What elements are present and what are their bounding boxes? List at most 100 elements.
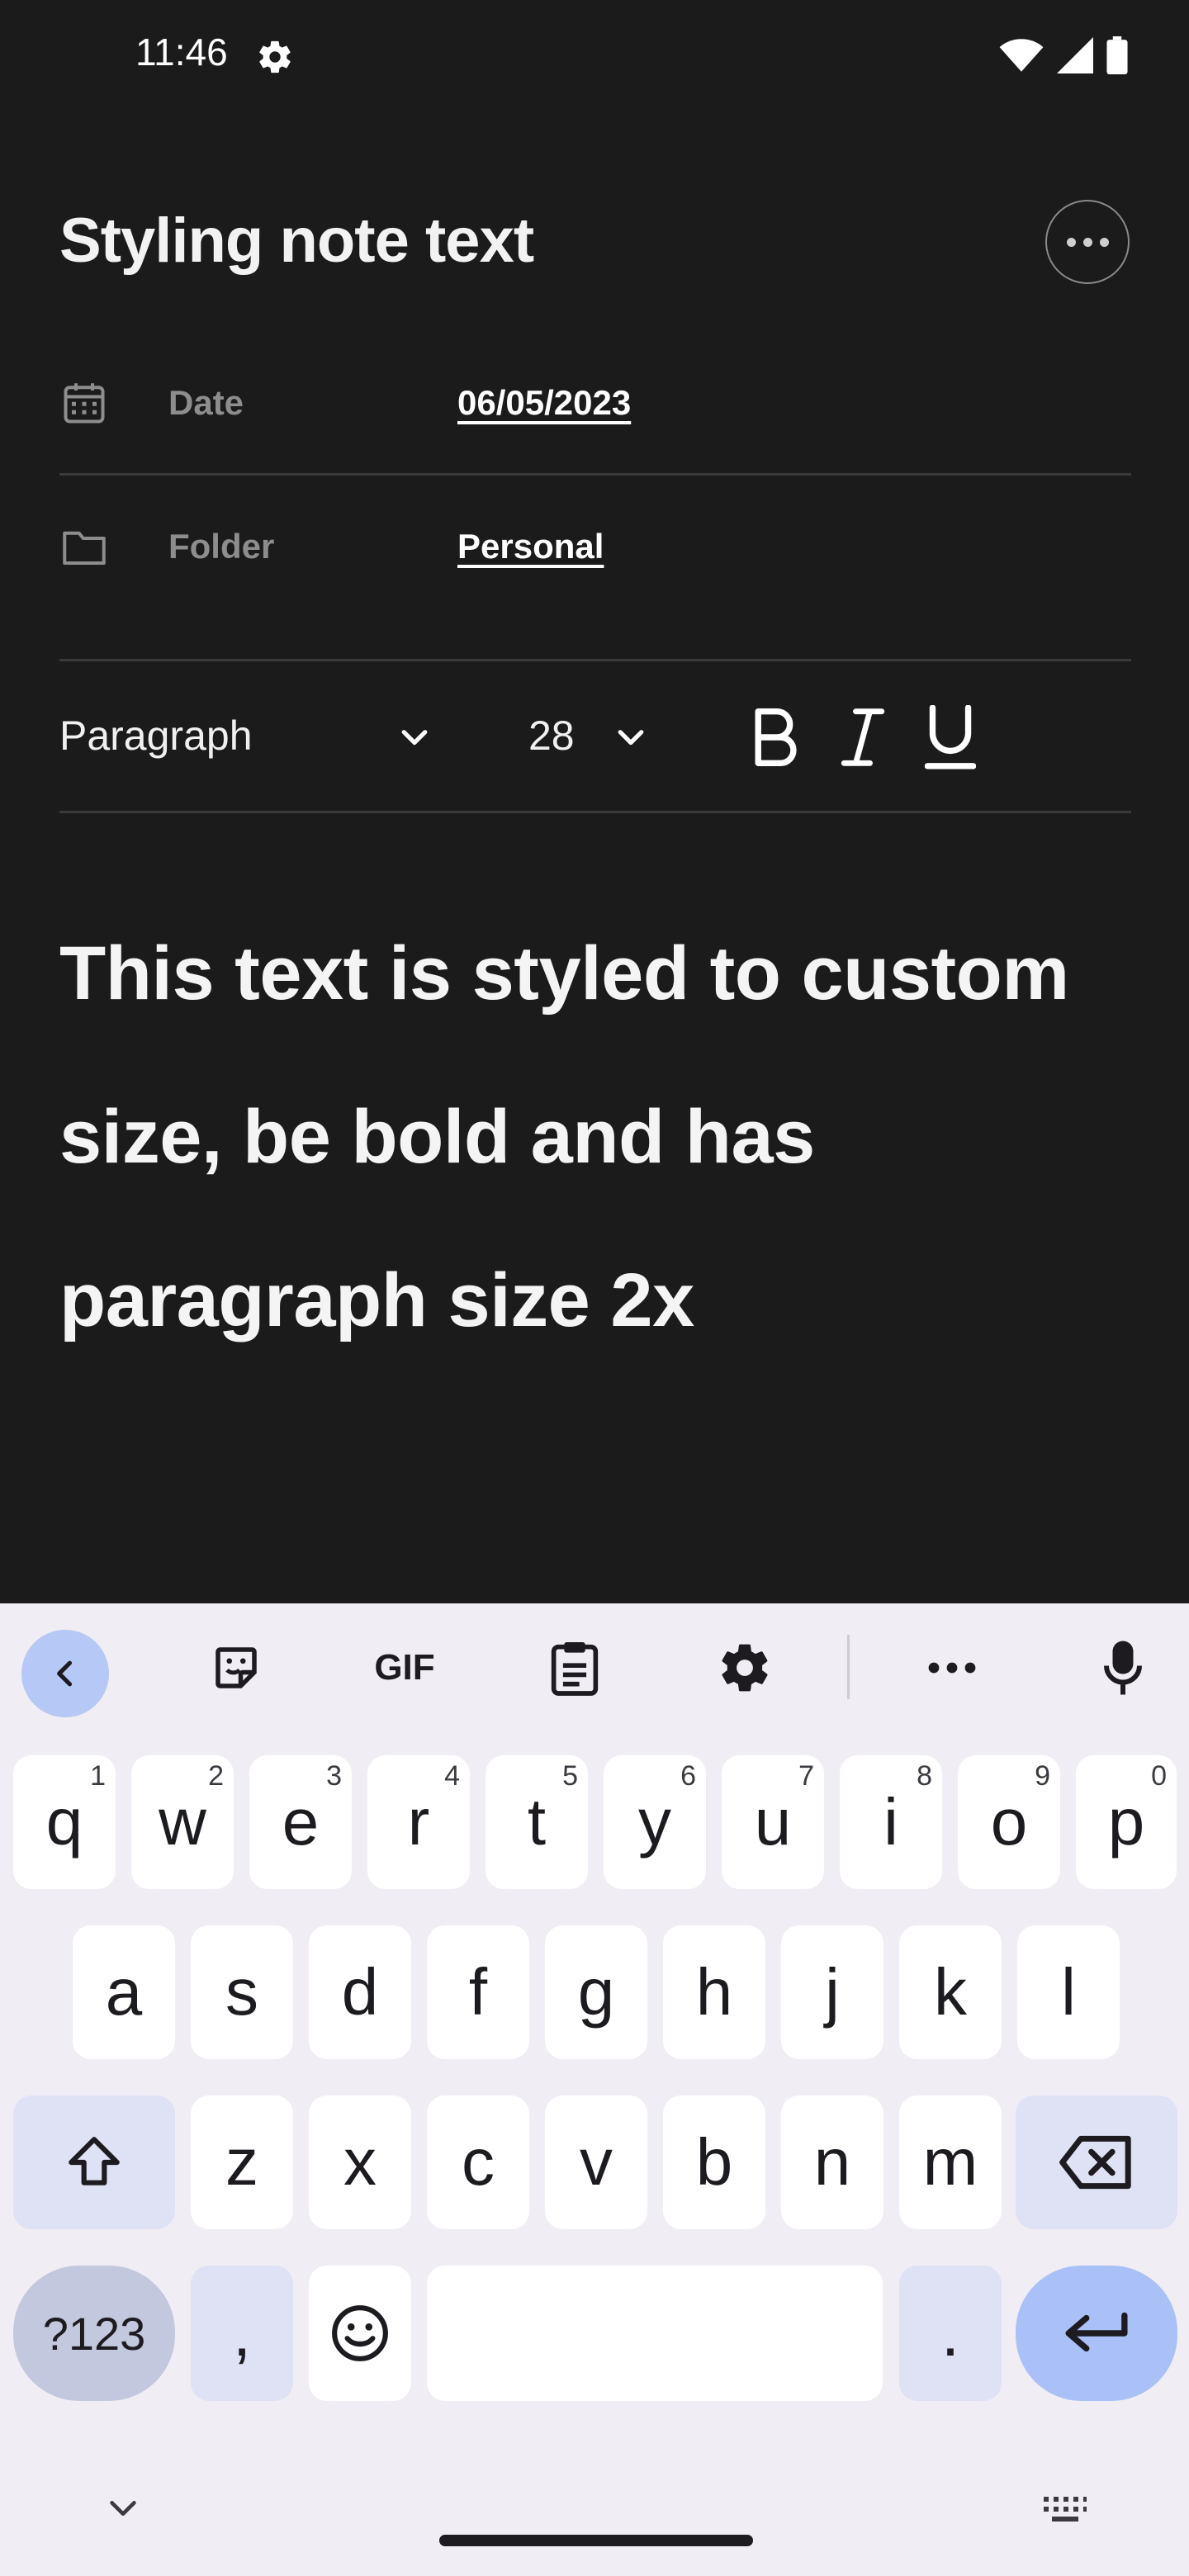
paragraph-style-dropdown[interactable]: Paragraph [59,712,253,760]
key-k[interactable]: k [899,1925,1002,2059]
key-t[interactable]: t5 [486,1755,588,1889]
key-b[interactable]: b [663,2095,765,2229]
settings-gear-icon [259,40,291,73]
signal-icon [1057,37,1093,73]
key-j[interactable]: j [781,1925,883,2059]
key-char: u [754,1785,792,1859]
status-time: 11:46 [135,31,228,73]
text-line: This text is styled to custom [59,931,1069,1016]
gear-icon [722,1644,768,1692]
key-hint: 0 [1151,1760,1167,1792]
note-title[interactable]: Styling note text [59,205,534,277]
key-w[interactable]: w2 [131,1755,234,1889]
symbols-key[interactable]: ?123 [13,2266,175,2401]
underline-icon[interactable] [925,705,976,771]
key-hint: 4 [444,1760,460,1792]
date-value-link[interactable]: 06/05/2023 [457,383,631,423]
key-hint: 7 [798,1760,814,1792]
backspace-icon [1059,2135,1131,2190]
key-f[interactable]: f [427,1925,529,2059]
keyboard-settings-button[interactable] [715,1630,775,1706]
key-char: i [883,1785,898,1859]
shift-icon [69,2137,120,2185]
voice-input-button[interactable] [1100,1630,1146,1706]
key-hint: 1 [90,1760,106,1792]
clipboard-button[interactable] [545,1630,604,1706]
chevron-left-icon [57,1660,73,1687]
key-char: t [527,1785,547,1859]
calendar-icon [64,383,105,424]
period-key[interactable]: . [899,2266,1002,2401]
enter-key[interactable] [1016,2266,1177,2401]
key-char: q [45,1785,83,1859]
key-u[interactable]: u7 [722,1755,824,1889]
wifi-icon [999,39,1044,72]
key-i[interactable]: i8 [840,1755,942,1889]
key-hint: 2 [208,1760,224,1792]
key-l[interactable]: l [1017,1925,1120,2059]
key-char: r [407,1785,430,1859]
folder-value-link[interactable]: Personal [457,527,604,566]
bold-icon[interactable] [750,707,804,768]
note-body-editor[interactable]: This text is styled to custom size, be b… [59,892,1100,1382]
key-v[interactable]: v [545,2095,647,2229]
text-line: size, be bold and has [59,1095,815,1179]
more-keyboard-options-button[interactable] [923,1630,981,1706]
chevron-down-icon[interactable] [396,720,433,756]
folder-icon [63,531,106,565]
key-char: o [990,1785,1028,1859]
key-m[interactable]: m [899,2095,1002,2229]
key-c[interactable]: c [427,2095,529,2229]
home-indicator[interactable] [439,2535,753,2546]
keyboard-switch-icon[interactable] [1042,2495,1088,2525]
hide-keyboard-chevron-icon[interactable] [104,2490,142,2528]
key-h[interactable]: h [663,1925,765,2059]
shift-key[interactable] [13,2095,175,2229]
key-g[interactable]: g [545,1925,647,2059]
chevron-down-icon[interactable] [613,720,649,756]
toolbar-separator [847,1635,850,1699]
divider [59,659,1131,661]
key-o[interactable]: o9 [958,1755,1060,1889]
soft-keyboard [0,1603,1189,2576]
key-hint: 8 [917,1760,932,1792]
key-r[interactable]: r4 [367,1755,470,1889]
sticker-icon [216,1647,257,1688]
emoji-icon [332,2305,388,2361]
key-hint: 3 [326,1760,342,1792]
key-s[interactable]: s [191,1925,293,2059]
space-key[interactable] [427,2266,883,2401]
microphone-icon [1104,1641,1142,1695]
sticker-button[interactable] [203,1630,269,1706]
backspace-key[interactable] [1016,2095,1177,2229]
key-d[interactable]: d [309,1925,411,2059]
key-p[interactable]: p0 [1076,1755,1177,1889]
key-char: y [638,1785,671,1859]
italic-icon[interactable] [839,707,887,768]
status-icons [999,36,1128,74]
keyboard-collapse-button[interactable] [21,1630,109,1717]
enter-icon [1065,2312,1128,2352]
key-hint: 9 [1035,1760,1050,1792]
key-x[interactable]: x [309,2095,411,2229]
key-e[interactable]: e3 [249,1755,352,1889]
date-label: Date [168,383,244,422]
emoji-key[interactable] [309,2266,411,2401]
font-size-dropdown[interactable]: 28 [528,712,575,760]
comma-key[interactable]: , [191,2266,293,2401]
more-horizontal-icon [1066,237,1109,247]
key-char: p [1107,1785,1145,1859]
clipboard-icon [551,1642,599,1696]
more-horizontal-icon [928,1662,976,1674]
key-y[interactable]: y6 [604,1755,706,1889]
key-char: w [159,1785,206,1859]
more-options-button[interactable] [1045,200,1130,284]
key-q[interactable]: q1 [13,1755,116,1889]
key-a[interactable]: a [73,1925,175,2059]
folder-label: Folder [168,527,275,566]
key-n[interactable]: n [781,2095,883,2229]
text-line: paragraph size 2x [59,1258,694,1342]
divider [59,473,1131,476]
gif-button[interactable]: GIF [363,1630,446,1706]
key-z[interactable]: z [191,2095,293,2229]
